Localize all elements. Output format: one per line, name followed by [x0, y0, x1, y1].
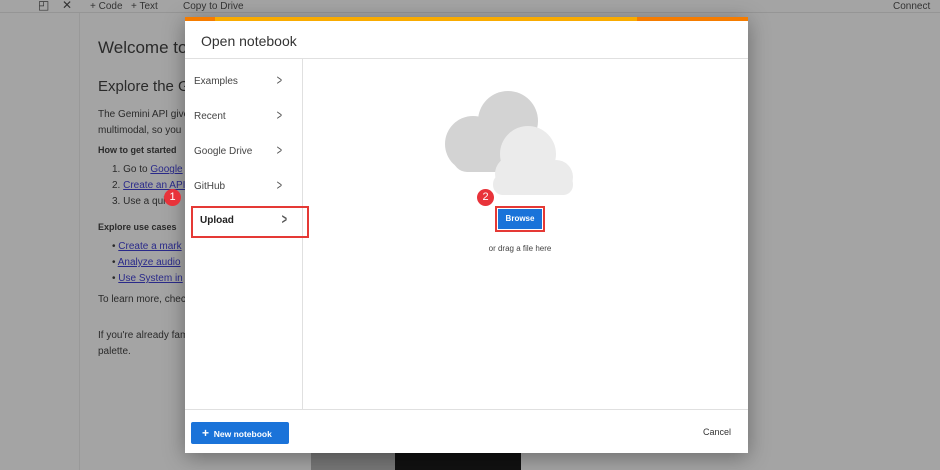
paragraph: palette. — [98, 346, 131, 357]
copy-to-drive-button[interactable]: Copy to Drive — [183, 1, 244, 12]
nav-label: GitHub — [194, 181, 226, 192]
step-badge-1: 1 — [164, 189, 181, 206]
add-text-button[interactable]: + Text — [131, 1, 158, 12]
nav-item-examples[interactable]: Examples > — [185, 67, 302, 99]
paragraph: If you're already fam — [98, 330, 189, 341]
browse-button[interactable]: Browse — [495, 206, 545, 232]
chevron-right-icon: > — [281, 211, 288, 228]
nav-label: Google Drive — [194, 146, 253, 157]
chevron-right-icon: > — [276, 72, 283, 89]
open-notebook-dialog: Open notebook Examples > Recent > Google D… — [185, 17, 748, 453]
browse-label: Browse — [498, 209, 542, 229]
use-case: • Create a mark — [112, 241, 182, 252]
dialog-title: Open notebook — [201, 33, 297, 49]
paragraph: To learn more, chec — [98, 294, 186, 305]
paragraph: multimodal, so you — [98, 125, 182, 136]
chevron-right-icon: > — [276, 107, 283, 124]
notebook-title: Welcome to — [98, 38, 188, 57]
step-3: 3. Use a qui — [112, 196, 166, 207]
nav-label: Upload — [200, 215, 234, 226]
use-case-link[interactable]: Create a mark — [118, 241, 181, 252]
use-case: • Use System in — [112, 273, 183, 284]
notebook-subtitle: Explore the G — [98, 78, 190, 95]
nav-item-recent[interactable]: Recent > — [185, 102, 302, 134]
explore-heading: Explore use cases — [98, 222, 177, 232]
how-heading: How to get started — [98, 145, 177, 155]
chevron-right-icon: > — [276, 177, 283, 194]
progress-bar — [637, 17, 748, 21]
use-case: • Analyze audio — [112, 257, 181, 268]
divider — [185, 409, 748, 410]
nav-item-upload[interactable]: Upload > — [191, 206, 309, 238]
dialog-sidebar: Examples > Recent > Google Drive > GitHub > … — [185, 59, 309, 409]
plus-icon: + — [202, 426, 210, 440]
step-1: 1. Go to Google — [112, 164, 183, 175]
new-notebook-label: New notebook — [213, 429, 272, 439]
use-case-link[interactable]: Analyze audio — [118, 257, 181, 268]
cancel-button[interactable]: Cancel — [703, 427, 731, 437]
cloud-upload-icon — [445, 91, 573, 195]
chevron-right-icon: > — [276, 142, 283, 159]
nav-item-google-drive[interactable]: Google Drive > — [185, 137, 302, 169]
progress-bar — [185, 17, 215, 21]
nav-label: Examples — [194, 76, 238, 87]
notebook-toolbar: ◰ ✕ + Code + Text Copy to Drive Connect — [0, 0, 940, 13]
window-icon[interactable]: ◰ — [38, 0, 49, 11]
connect-button[interactable]: Connect — [893, 1, 930, 12]
divider — [79, 13, 80, 470]
google-link[interactable]: Google — [150, 164, 182, 175]
nav-item-github[interactable]: GitHub > — [185, 172, 302, 204]
paragraph: The Gemini API give — [98, 109, 190, 120]
nav-label: Recent — [194, 111, 226, 122]
drag-hint: or drag a file here — [488, 244, 552, 253]
new-notebook-button[interactable]: + New notebook — [191, 422, 289, 444]
step-badge-2: 2 — [477, 189, 494, 206]
close-icon[interactable]: ✕ — [62, 0, 72, 11]
add-code-button[interactable]: + Code — [90, 1, 123, 12]
notebook-image — [311, 453, 521, 470]
use-case-link[interactable]: Use System in — [118, 273, 182, 284]
progress-bar — [215, 17, 637, 21]
